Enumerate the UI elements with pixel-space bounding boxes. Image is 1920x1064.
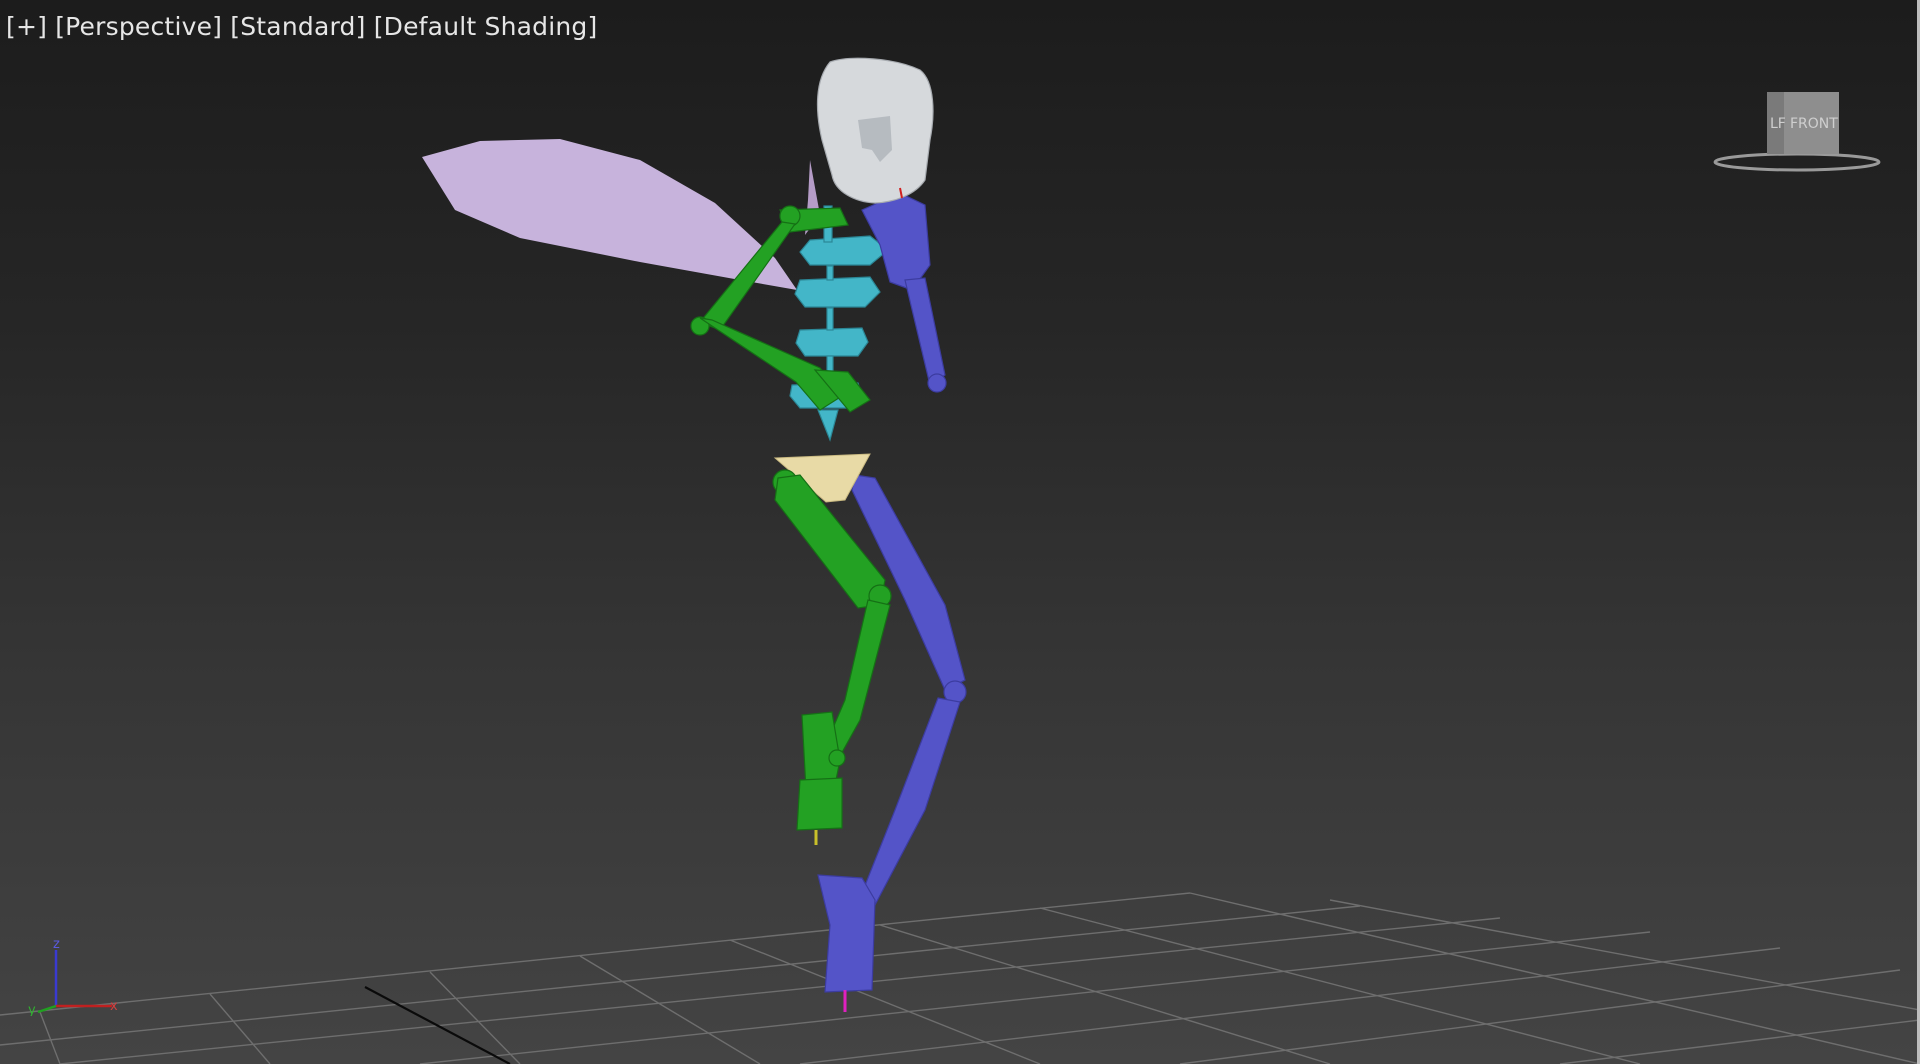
viewcube-front-face[interactable]: FRONT bbox=[1790, 116, 1838, 132]
axis-x-label: x bbox=[110, 999, 118, 1014]
viewcube-left-face[interactable]: LF bbox=[1770, 116, 1786, 132]
fairy-wing[interactable] bbox=[422, 139, 797, 290]
axis-z-label: z bbox=[53, 937, 60, 952]
biped-head[interactable] bbox=[816, 57, 934, 204]
biped-spine[interactable] bbox=[789, 205, 889, 442]
grid-axis-line bbox=[364, 986, 511, 1064]
scene-canvas[interactable] bbox=[0, 0, 1920, 1064]
axis-y-label: y bbox=[28, 1003, 36, 1016]
viewcube-icon[interactable]: FRONT LF bbox=[1712, 84, 1882, 180]
perspective-viewport[interactable]: [+] [Perspective] [Standard] [Default Sh… bbox=[0, 0, 1920, 1064]
home-grid bbox=[0, 892, 1920, 1064]
axis-tripod-icon: z x y bbox=[28, 937, 118, 1016]
